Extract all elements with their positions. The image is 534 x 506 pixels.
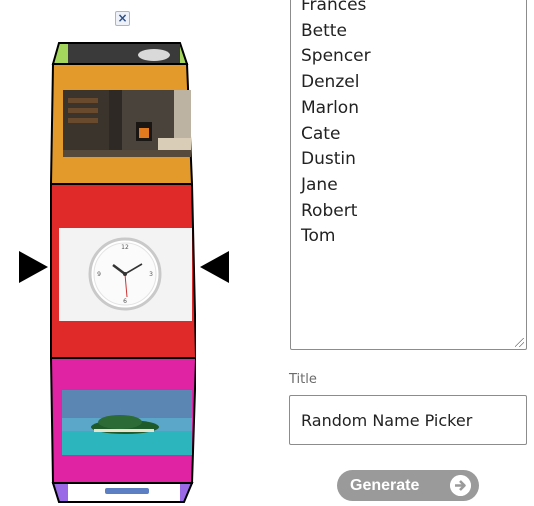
picker-wheel[interactable]: 12 3 6 9 — [50, 42, 196, 504]
name-entry: Cate — [301, 123, 341, 144]
name-entry: Dustin — [301, 149, 356, 170]
name-entry: Bette — [301, 20, 347, 41]
generate-button[interactable]: Generate — [337, 470, 479, 501]
name-entry: Jane — [301, 174, 338, 195]
arrow-right-circle-icon — [450, 475, 471, 496]
resize-grip-icon[interactable] — [515, 338, 524, 347]
svg-text:6: 6 — [123, 298, 127, 305]
title-input[interactable] — [289, 395, 527, 445]
svg-text:12: 12 — [121, 244, 129, 251]
name-entry: Frances — [301, 0, 367, 15]
wood-stove-image — [63, 90, 191, 157]
generate-label: Generate — [350, 476, 420, 494]
close-icon[interactable]: × — [115, 11, 130, 26]
name-entry: Marlon — [301, 97, 359, 118]
pointer-left-icon — [19, 251, 48, 283]
name-entry: Spencer — [301, 46, 371, 67]
name-entry: Robert — [301, 200, 358, 221]
name-entry: Denzel — [301, 72, 360, 93]
names-textarea[interactable]: Frances Bette Spencer Denzel Marlon Cate… — [290, 0, 527, 350]
svg-text:3: 3 — [149, 271, 153, 278]
pointer-right-icon — [200, 251, 229, 283]
title-label: Title — [289, 372, 317, 387]
name-entry: Tom — [301, 226, 336, 247]
tropical-island-image — [62, 390, 192, 455]
svg-text:9: 9 — [97, 271, 101, 278]
names-list: Frances Bette Spencer Denzel Marlon Cate… — [291, 0, 526, 250]
wall-clock-image: 12 3 6 9 — [59, 228, 192, 321]
